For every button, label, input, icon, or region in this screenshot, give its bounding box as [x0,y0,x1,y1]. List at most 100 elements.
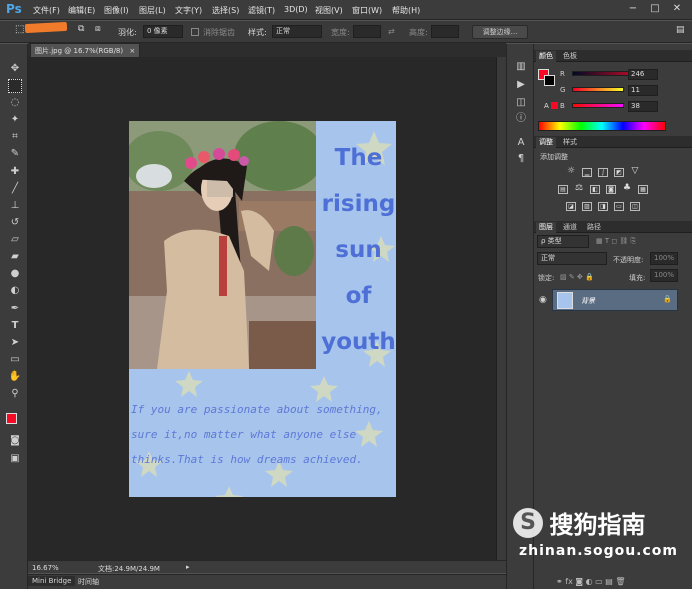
rect-marquee-tool-icon[interactable] [8,79,22,93]
levels-adjustment-icon[interactable]: ▁ [582,168,592,177]
crop-tool-icon[interactable]: ⌗ [8,130,22,144]
menu-help[interactable]: 帮助(H) [392,5,420,16]
threshold-adjustment-icon[interactable]: ◨ [598,202,608,211]
tab-swatches[interactable]: 色板 [560,51,580,62]
workspace-icon[interactable]: ▤ [676,25,685,35]
type-tool-icon[interactable]: T [8,319,22,333]
menu-type[interactable]: 文字(Y) [175,5,202,16]
character-panel-icon[interactable]: A [514,136,528,150]
subtract-selection-icon[interactable]: ⧈ [95,24,101,34]
exposure-adjustment-icon[interactable]: ◩ [614,168,624,177]
quick-mask-icon[interactable]: ◙ [8,434,22,448]
minimize-button[interactable]: − [624,3,642,15]
zoom-level[interactable]: 16.67% [32,564,59,572]
rectangle-tool-icon[interactable]: ▭ [8,353,22,367]
fill-input[interactable]: 100% [650,269,678,282]
invert-adjustment-icon[interactable]: ◪ [566,202,576,211]
pen-tool-icon[interactable]: ✒ [8,302,22,316]
lasso-tool-icon[interactable]: ◌ [8,96,22,110]
menu-file[interactable]: 文件(F) [33,5,60,16]
channel-g-slider[interactable] [572,87,624,92]
gradient-tool-icon[interactable]: ▰ [8,250,22,264]
eyedropper-tool-icon[interactable]: ✎ [8,147,22,161]
move-tool-icon[interactable]: ✥ [8,62,22,76]
brush-tool-icon[interactable]: ╱ [8,182,22,196]
tab-timeline[interactable]: 时间轴 [78,577,99,587]
photo-filter-adjustment-icon[interactable]: ◙ [606,185,616,194]
actions-panel-icon[interactable]: ▶ [514,78,528,92]
curves-adjustment-icon[interactable]: ∫ [598,168,608,177]
menu-filter[interactable]: 滤镜(T) [248,5,275,16]
black-white-adjustment-icon[interactable]: ◧ [590,185,600,194]
layer-row-background[interactable]: 背景 🔒 [552,289,678,311]
info-panel-icon[interactable]: ⓘ [514,112,528,126]
opacity-input[interactable]: 100% [650,252,678,265]
zoom-tool-icon[interactable]: ⚲ [8,387,22,401]
intersect-selection-icon[interactable]: ⧉ [78,24,84,34]
refine-edge-button[interactable]: 调整边缘... [472,25,528,39]
height-input[interactable] [431,25,459,38]
gamut-color-swatch[interactable] [551,102,558,109]
menu-select[interactable]: 选择(S) [212,5,239,16]
menu-window[interactable]: 窗口(W) [352,5,382,16]
tab-styles[interactable]: 样式 [560,137,580,148]
layer-filter-icons[interactable]: ▦ T ◻ ⛓ ⎘ [596,237,636,246]
gradient-map-adjustment-icon[interactable]: ▭ [614,202,624,211]
properties-panel-icon[interactable]: ◫ [514,96,528,110]
hue-saturation-adjustment-icon[interactable]: ▤ [558,185,568,194]
swap-icon[interactable]: ⇄ [388,27,395,36]
foreground-color-swatch[interactable] [6,413,17,424]
layers-footer-icons[interactable]: ⚭ fx ◙ ◐ ▭ ▤ 🗑 [556,577,626,586]
menu-image[interactable]: 图像(I) [104,5,129,16]
magic-wand-tool-icon[interactable]: ✦ [8,113,22,127]
channel-b-slider[interactable] [572,103,624,108]
blend-mode-select[interactable]: 正常 [537,252,607,265]
clone-stamp-tool-icon[interactable]: ⊥ [8,199,22,213]
channel-b-input[interactable]: 38 [628,101,658,112]
color-balance-adjustment-icon[interactable]: ⚖ [574,184,584,194]
tab-layers[interactable]: 图层 [536,222,556,233]
feather-input[interactable]: 0 像素 [143,25,183,38]
antialias-checkbox[interactable] [191,28,199,36]
width-input[interactable] [353,25,381,38]
status-menu-arrow-icon[interactable]: ▸ [186,563,190,571]
document-tab[interactable]: 图片.jpg @ 16.7%(RGB/8) × [30,43,140,57]
channel-mixer-adjustment-icon[interactable]: ♣ [622,184,632,194]
path-selection-tool-icon[interactable]: ➤ [8,336,22,350]
restore-button[interactable]: □ [646,3,664,15]
paragraph-panel-icon[interactable]: ¶ [514,152,528,166]
menu-edit[interactable]: 编辑(E) [68,5,95,16]
layer-name[interactable]: 背景 [581,296,595,306]
brightness-adjustment-icon[interactable]: ☼ [566,167,576,177]
layer-visibility-eye-icon[interactable]: ◉ [539,295,547,305]
history-panel-icon[interactable]: ▥ [514,60,528,74]
document-info[interactable]: 文档:24.9M/24.9M [98,564,160,574]
marquee-tool-preset-icon[interactable]: ⬚ [15,24,24,35]
close-window-button[interactable]: ✕ [668,3,686,15]
posterize-adjustment-icon[interactable]: ▨ [582,202,592,211]
canvas-vertical-scrollbar[interactable] [496,57,506,560]
color-lookup-adjustment-icon[interactable]: ▦ [638,185,648,194]
menu-3d[interactable]: 3D(D) [284,5,308,14]
eraser-tool-icon[interactable]: ▱ [8,233,22,247]
style-select[interactable]: 正常 [272,25,322,38]
vibrance-adjustment-icon[interactable]: ▽ [630,167,640,177]
dodge-tool-icon[interactable]: ◐ [8,284,22,298]
hand-tool-icon[interactable]: ✋ [8,370,22,384]
tab-adjustments[interactable]: 调整 [536,137,556,148]
menu-layer[interactable]: 图层(L) [139,5,166,16]
tab-paths[interactable]: 路径 [584,222,604,233]
tab-mini-bridge[interactable]: Mini Bridge [28,576,76,586]
color-spectrum-bar[interactable] [538,121,666,131]
tab-color[interactable]: 颜色 [536,51,556,62]
screen-mode-icon[interactable]: ▣ [8,452,22,466]
healing-brush-tool-icon[interactable]: ✚ [8,165,22,179]
history-brush-tool-icon[interactable]: ↺ [8,216,22,230]
selective-color-adjustment-icon[interactable]: ◫ [630,202,640,211]
channel-r-input[interactable]: 246 [628,69,658,80]
color-panel-background-swatch[interactable] [544,75,555,86]
layer-filter-select[interactable]: ρ 类型 [537,235,589,248]
channel-g-input[interactable]: 11 [628,85,658,96]
menu-view[interactable]: 视图(V) [315,5,343,16]
document-tab-close-icon[interactable]: × [129,47,135,55]
